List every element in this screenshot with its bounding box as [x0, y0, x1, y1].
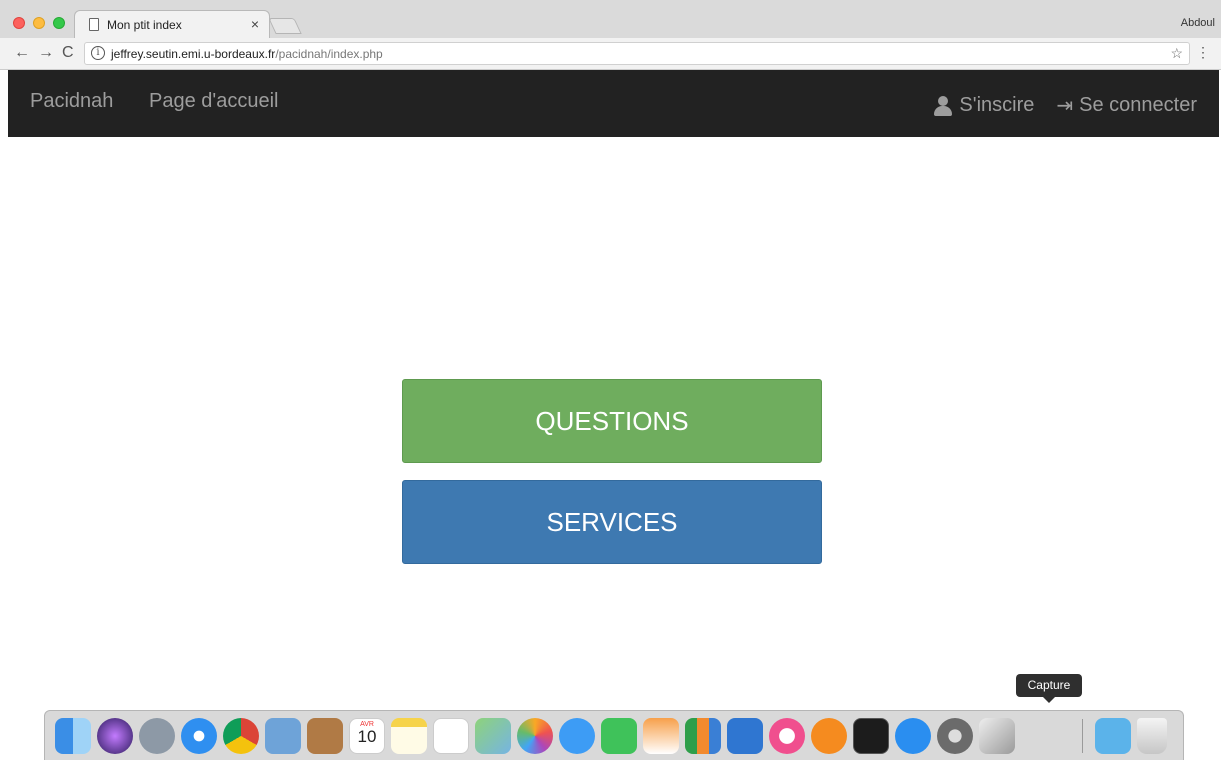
siri-icon[interactable]: [97, 718, 133, 754]
browser-menu-icon[interactable]: ⋮: [1196, 44, 1210, 61]
questions-button[interactable]: QUESTIONS: [402, 379, 822, 463]
browser-tab[interactable]: Mon ptit index ×: [74, 10, 270, 38]
messages-icon[interactable]: [559, 718, 595, 754]
navbar-right: S'inscire ⇥ Se connecter: [933, 93, 1197, 118]
window-maximize-button[interactable]: [53, 17, 65, 29]
keynote-icon[interactable]: [727, 718, 763, 754]
signup-link[interactable]: S'inscire: [933, 94, 1034, 117]
dock-tooltip: Capture: [1016, 674, 1082, 703]
tab-title: Mon ptit index: [107, 18, 182, 32]
launchpad-icon[interactable]: [139, 718, 175, 754]
system-preferences-icon[interactable]: [937, 718, 973, 754]
calendar-icon[interactable]: AVR 10: [349, 718, 385, 754]
contacts-icon[interactable]: [307, 718, 343, 754]
signup-label: S'inscire: [959, 94, 1035, 116]
terminal-icon[interactable]: [853, 718, 889, 754]
browser-toolbar: ← → C i jeffrey.seutin.emi.u-bordeaux.fr…: [0, 38, 1221, 70]
site-navbar: Pacidnah Page d'accueil S'inscire ⇥ Se c…: [8, 70, 1219, 137]
ibooks-icon[interactable]: [811, 718, 847, 754]
profile-name[interactable]: Abdoul: [1181, 17, 1215, 29]
url-path: /pacidnah/index.php: [275, 47, 383, 61]
reminders-icon[interactable]: [433, 718, 469, 754]
login-link[interactable]: ⇥ Se connecter: [1056, 93, 1197, 118]
window-minimize-button[interactable]: [33, 17, 45, 29]
url-host: jeffrey.seutin.emi.u-bordeaux.fr: [111, 47, 276, 61]
services-button[interactable]: SERVICES: [402, 480, 822, 564]
photos-icon[interactable]: [517, 718, 553, 754]
url-text[interactable]: jeffrey.seutin.emi.u-bordeaux.fr/pacidna…: [111, 47, 383, 61]
calendar-day: 10: [357, 727, 377, 746]
chrome-icon[interactable]: [223, 718, 259, 754]
notes-icon[interactable]: [391, 718, 427, 754]
nav-home-link[interactable]: Page d'accueil: [149, 90, 278, 113]
trash-icon[interactable]: [1137, 718, 1167, 754]
numbers-icon[interactable]: [685, 718, 721, 754]
login-label: Se connecter: [1079, 94, 1197, 116]
facetime-icon[interactable]: [601, 718, 637, 754]
dock-separator: [1082, 719, 1083, 753]
browser-titlebar: Mon ptit index × Abdoul: [0, 0, 1221, 38]
address-bar[interactable]: i jeffrey.seutin.emi.u-bordeaux.fr/pacid…: [84, 42, 1190, 65]
user-icon: [933, 95, 953, 116]
bookmark-star-icon[interactable]: ☆: [1170, 45, 1183, 62]
forward-button[interactable]: →: [38, 45, 54, 61]
page-icon: [89, 18, 99, 31]
itunes-icon[interactable]: [769, 718, 805, 754]
window-close-button[interactable]: [13, 17, 25, 29]
app-store-icon[interactable]: [895, 718, 931, 754]
tab-close-icon[interactable]: ×: [251, 16, 259, 32]
new-tab-button[interactable]: [268, 18, 302, 34]
pages-icon[interactable]: [643, 718, 679, 754]
maps-icon[interactable]: [475, 718, 511, 754]
mail-icon[interactable]: [265, 718, 301, 754]
safari-icon[interactable]: [181, 718, 217, 754]
downloads-folder-icon[interactable]: [1095, 718, 1131, 754]
log-in-icon: ⇥: [1056, 95, 1074, 117]
back-button[interactable]: ←: [14, 45, 30, 61]
capture-icon[interactable]: [979, 718, 1015, 754]
macos-dock: AVR 10: [44, 710, 1184, 760]
reload-button[interactable]: C: [62, 45, 74, 61]
finder-icon[interactable]: [55, 718, 91, 754]
navbar-brand[interactable]: Pacidnah: [30, 90, 113, 113]
site-info-icon[interactable]: i: [91, 46, 105, 60]
